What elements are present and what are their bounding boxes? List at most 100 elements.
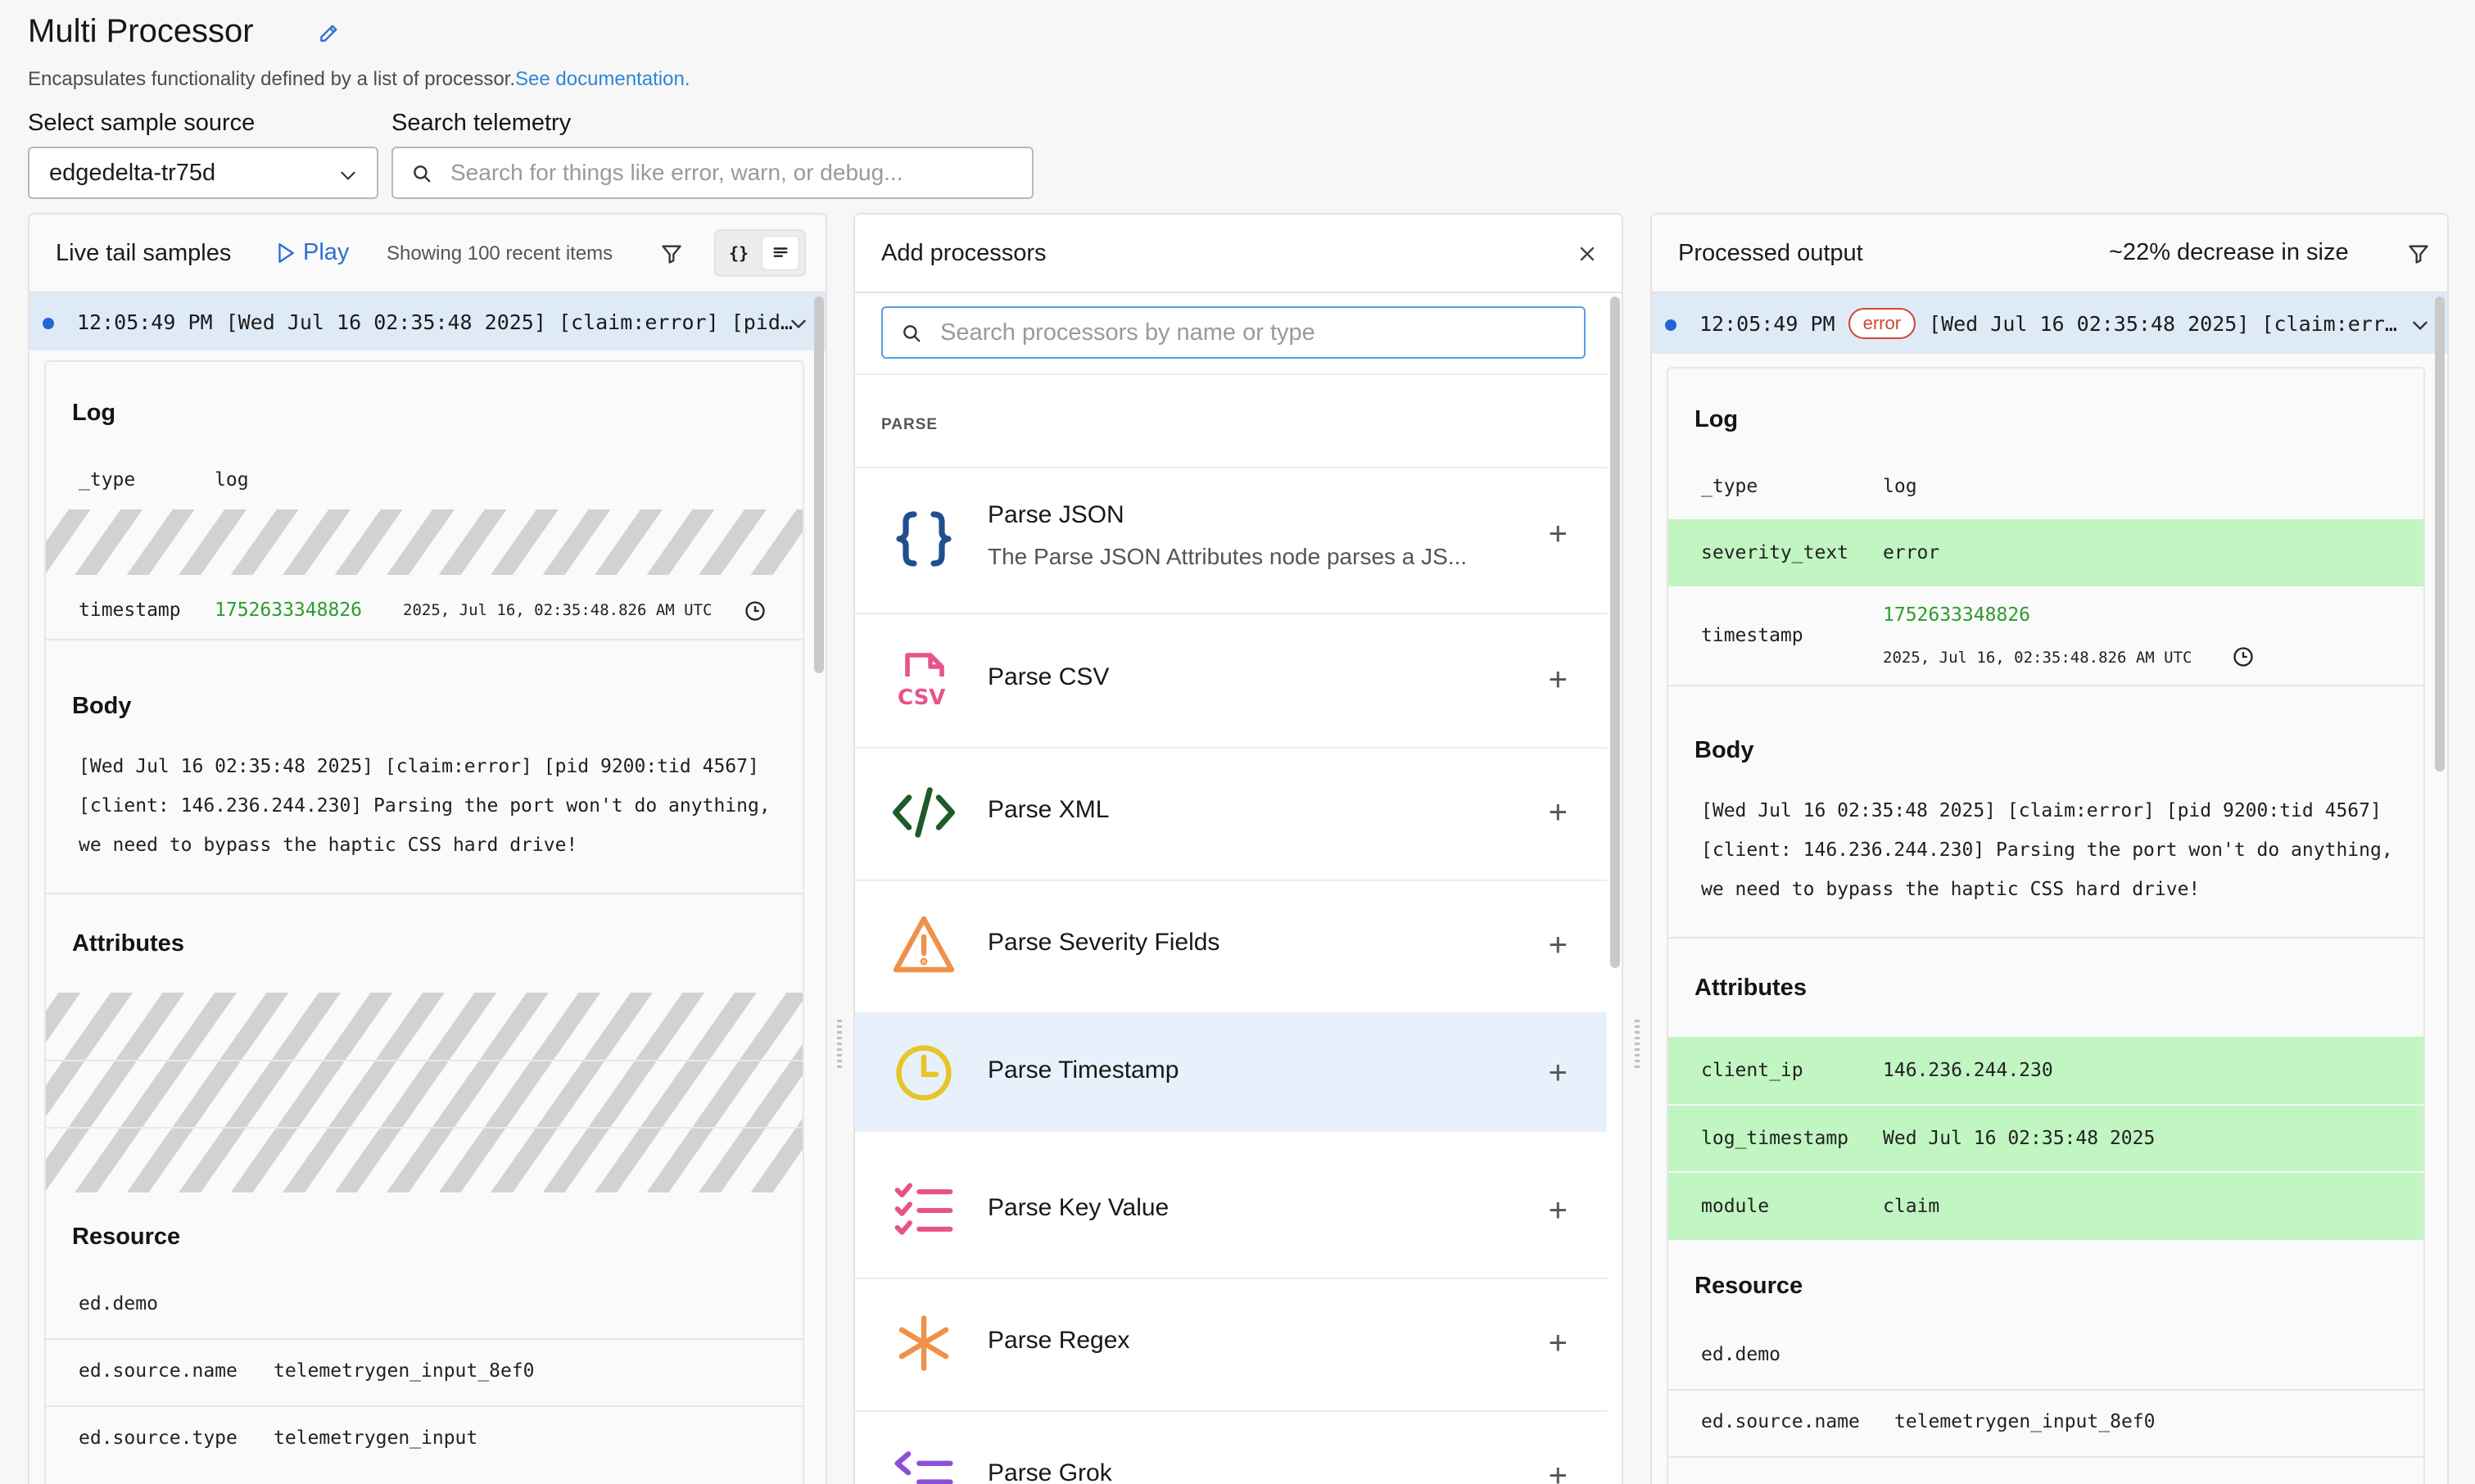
processor-search-input[interactable]: Search processors by name or type <box>881 306 1586 359</box>
documentation-link[interactable]: See documentation. <box>515 68 690 90</box>
play-icon <box>278 242 294 263</box>
attribute-value: claim <box>1883 1196 1940 1217</box>
resource-row: ed.source.name telemetrygen_input_8ef0 <box>46 1355 803 1387</box>
log-section-title: Log <box>1694 406 1739 432</box>
add-processor-button[interactable]: + <box>1549 927 1568 964</box>
live-tail-panel: Live tail samples Play Showing 100 recen… <box>28 213 827 1484</box>
sample-summary: [Wed Jul 16 02:35:48 2025] [claim:err… <box>1929 311 2397 336</box>
scrollbar[interactable] <box>814 296 824 673</box>
type-value: log <box>1883 476 1917 497</box>
attribute-key: module <box>1701 1196 1770 1217</box>
processor-name: Parse Key Value <box>988 1194 1170 1221</box>
processor-parse-grok[interactable]: Parse Grok + <box>855 1412 1607 1484</box>
resource-row: ed.source.type telemetrygen_input <box>46 1422 803 1455</box>
resource-section-title: Resource <box>1694 1273 1803 1299</box>
timestamp-value: 1752633348826 <box>215 599 363 621</box>
chevron-down-icon[interactable] <box>2409 314 2431 336</box>
redacted-attributes <box>46 993 803 1192</box>
sample-row[interactable]: 12:05:49 PM [Wed Jul 16 02:35:48 2025] [… <box>29 293 826 351</box>
csv-icon: CSV <box>891 647 957 713</box>
redacted-row <box>46 509 803 575</box>
type-value: log <box>215 469 249 491</box>
processor-parse-json[interactable]: Parse JSON The Parse JSON Attributes nod… <box>855 468 1607 614</box>
sample-source-select[interactable]: edgedelta-tr75d <box>28 147 378 199</box>
processor-name: Parse Severity Fields <box>988 929 1220 956</box>
search-telemetry-placeholder: Search for things like error, warn, or d… <box>450 160 903 185</box>
sample-summary: [Wed Jul 16 02:35:48 2025] [claim:error]… <box>225 310 793 334</box>
attribute-row: client_ip 146.236.244.230 <box>1668 1037 2423 1104</box>
divider <box>1668 685 2423 686</box>
add-processor-button[interactable]: + <box>1549 1458 1568 1484</box>
view-toggle: {} <box>714 229 806 277</box>
type-row: _type log <box>46 464 803 496</box>
processor-parse-key-value[interactable]: Parse Key Value + <box>855 1147 1607 1279</box>
resource-key: ed.source.name <box>79 1360 238 1382</box>
resize-handle[interactable] <box>837 1019 842 1068</box>
processor-parse-csv[interactable]: CSV Parse CSV + <box>855 616 1607 749</box>
attribute-key: client_ip <box>1701 1060 1803 1081</box>
braces-icon <box>891 506 957 572</box>
json-view-button[interactable]: {} <box>721 236 757 270</box>
add-processors-panel: Add processors Search processors by name… <box>853 213 1623 1484</box>
processor-name: Parse JSON <box>988 501 1124 528</box>
warning-icon <box>891 912 957 978</box>
timestamp-value: 1752633348826 <box>1883 604 2031 626</box>
processor-parse-timestamp[interactable]: Parse Timestamp + <box>855 1014 1607 1132</box>
chevron-down-icon[interactable] <box>788 313 809 334</box>
search-icon <box>903 325 921 342</box>
severity-key: severity_text <box>1701 542 1849 563</box>
processor-name: Parse Regex <box>988 1327 1130 1354</box>
clock-icon <box>745 601 765 621</box>
processor-name: Parse XML <box>988 796 1110 823</box>
resource-section-title: Resource <box>72 1224 181 1250</box>
scrollbar[interactable] <box>1610 296 1620 968</box>
filter-icon[interactable] <box>660 242 683 265</box>
description-text: Encapsulates functionality defined by a … <box>28 68 516 90</box>
resource-row: ed.source.name telemetrygen_input_8ef0 <box>1668 1405 2423 1438</box>
filter-icon[interactable] <box>2407 242 2430 265</box>
resource-value: telemetrygen_input_8ef0 <box>274 1360 535 1382</box>
divider <box>1668 1389 2423 1391</box>
processed-output-title: Processed output <box>1678 239 1863 266</box>
clock-icon <box>891 1040 957 1106</box>
parse-section-label: PARSE <box>881 416 939 433</box>
body-text: [Wed Jul 16 02:35:48 2025] [claim:error]… <box>1701 800 2393 900</box>
processor-parse-regex[interactable]: Parse Regex + <box>855 1279 1607 1412</box>
edit-title-button[interactable] <box>314 20 342 48</box>
add-processor-button[interactable]: + <box>1549 1055 1568 1092</box>
processed-output-header: Processed output ~22% decrease in size <box>1652 215 2447 293</box>
timestamp-row: timestamp 1752633348826 2025, Jul 16, 02… <box>1668 586 2423 685</box>
search-telemetry-input[interactable]: Search for things like error, warn, or d… <box>391 147 1034 199</box>
add-processor-button[interactable]: + <box>1549 1192 1568 1229</box>
timestamp-row: timestamp 1752633348826 2025, Jul 16, 02… <box>46 581 803 639</box>
processor-parse-xml[interactable]: Parse XML + <box>855 749 1607 881</box>
braces-icon: {} <box>728 243 749 263</box>
list-view-button[interactable] <box>762 236 799 270</box>
add-processor-button[interactable]: + <box>1549 1325 1568 1362</box>
add-processors-header: Add processors <box>855 215 1622 293</box>
attribute-row: module claim <box>1668 1173 2423 1240</box>
divider <box>46 1405 803 1407</box>
sample-time: 12:05:49 PM <box>77 310 213 334</box>
add-processor-button[interactable]: + <box>1549 516 1568 553</box>
processor-name: Parse Grok <box>988 1459 1112 1484</box>
processor-name: Parse CSV <box>988 663 1110 690</box>
timestamp-key: timestamp <box>1701 625 1803 646</box>
divider <box>46 639 803 640</box>
close-icon[interactable] <box>1577 244 1597 264</box>
scrollbar[interactable] <box>2435 296 2445 771</box>
output-sample-row[interactable]: 12:05:49 PM error [Wed Jul 16 02:35:48 2… <box>1652 293 2447 354</box>
resize-handle[interactable] <box>1635 1019 1640 1068</box>
divider <box>46 1338 803 1340</box>
processor-parse-severity[interactable]: Parse Severity Fields + <box>855 881 1607 1014</box>
list-arrow-icon <box>891 1443 957 1484</box>
resource-row: ed.demo <box>46 1287 803 1320</box>
resource-value: telemetrygen_input_8ef0 <box>1894 1411 2156 1432</box>
divider <box>46 893 803 894</box>
search-icon <box>414 165 431 183</box>
resource-row: ed.demo <box>1668 1338 2423 1371</box>
add-processor-button[interactable]: + <box>1549 794 1568 831</box>
add-processor-button[interactable]: + <box>1549 662 1568 699</box>
play-button[interactable]: Play <box>275 239 349 266</box>
processor-search-wrap: Search processors by name or type <box>855 293 1607 375</box>
